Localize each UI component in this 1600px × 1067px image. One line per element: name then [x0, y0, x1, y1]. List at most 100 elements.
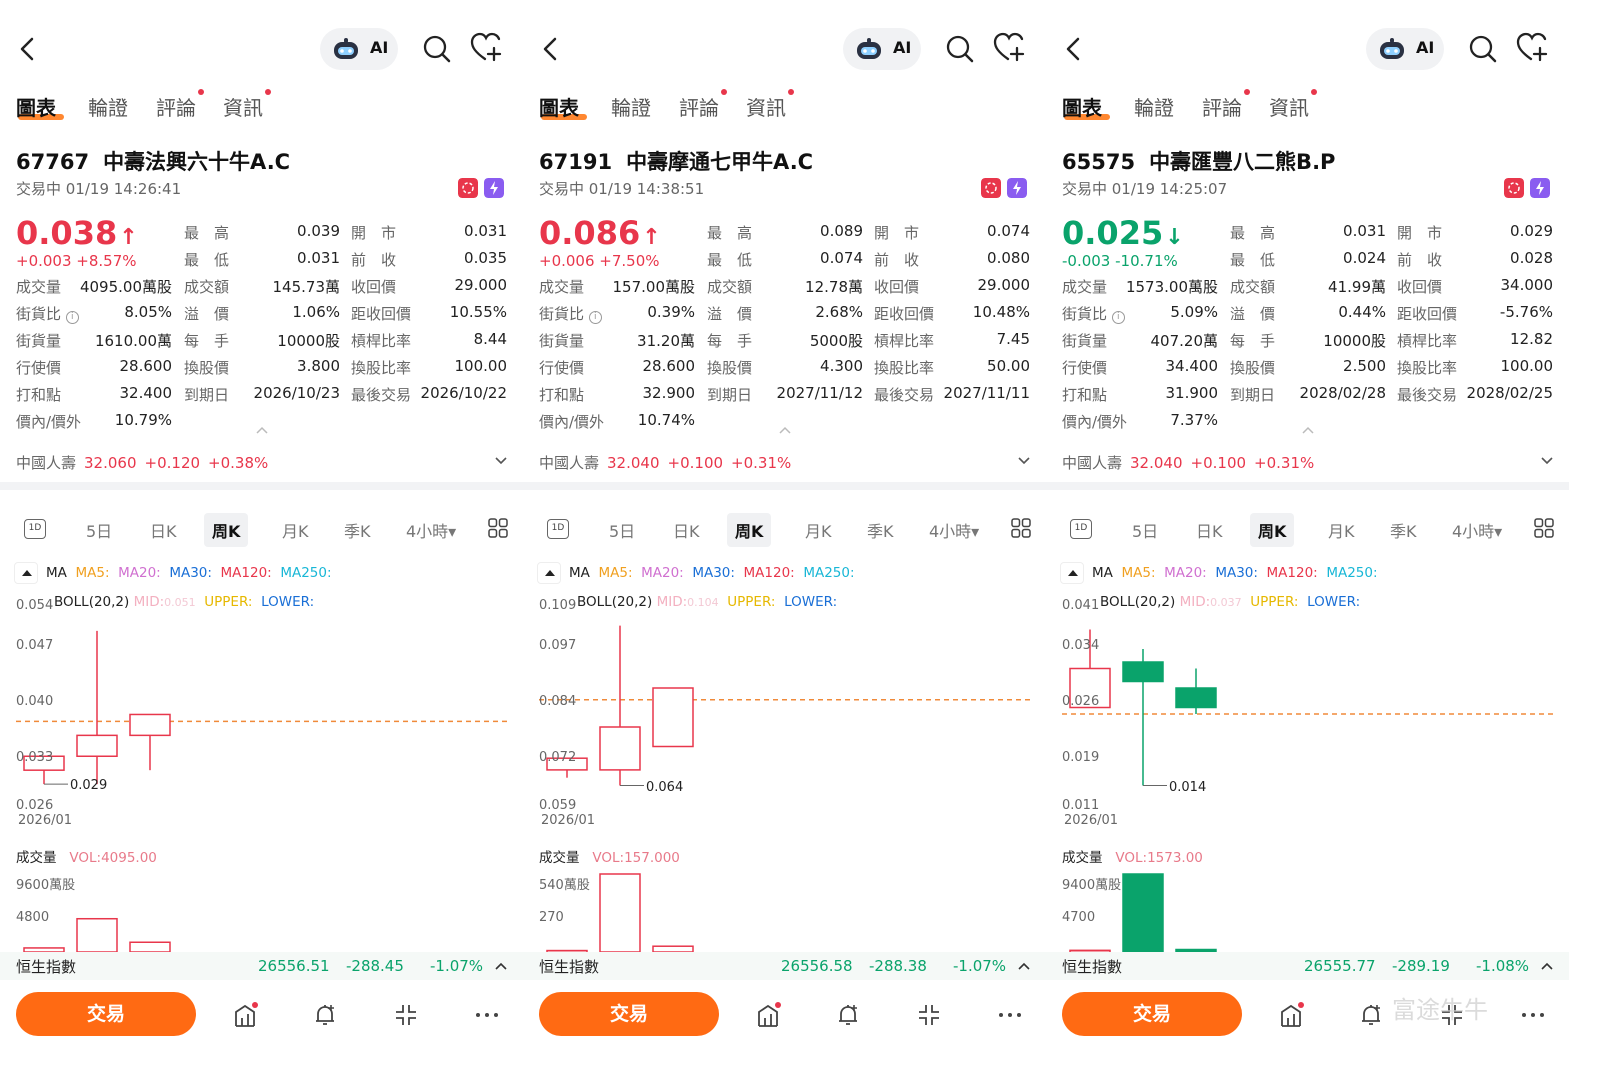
back-icon[interactable] [539, 36, 565, 62]
index-ticker[interactable]: 恒生指數 26555.77 -289.19 -1.08% [1046, 952, 1569, 980]
candle-body [1175, 687, 1217, 709]
add-watchlist-icon[interactable] [1516, 32, 1550, 64]
back-icon[interactable] [16, 36, 42, 62]
tab-news[interactable]: 資訊 [1269, 89, 1317, 121]
period-tab[interactable]: 月K [805, 518, 832, 542]
period-tab[interactable]: 4小時▾ [406, 518, 456, 542]
back-icon[interactable] [1062, 36, 1088, 62]
underlying-quote[interactable]: 中國人壽 32.040 +0.100 +0.31% [1062, 452, 1322, 473]
period-tab[interactable]: 5日 [609, 518, 635, 542]
info-icon[interactable]: i [65, 311, 79, 324]
tab-comments[interactable]: 評論 [1202, 89, 1250, 121]
quote-label-open: 開 市 [351, 224, 397, 242]
more-icon[interactable] [474, 1002, 500, 1028]
period-1d[interactable]: 1D [24, 519, 46, 539]
fullscreen-icon[interactable] [916, 1002, 942, 1028]
tab-warrants[interactable]: 輪證 [88, 92, 128, 121]
tab-news[interactable]: 資訊 [746, 89, 794, 121]
candlestick-chart[interactable] [0, 590, 523, 850]
price-alert-icon[interactable] [1358, 1002, 1384, 1028]
stock-home-icon[interactable] [1278, 1002, 1304, 1028]
quote-label-premium: 溢 價 [184, 305, 230, 323]
period-tab[interactable]: 日K [150, 518, 177, 542]
period-tab[interactable]: 日K [673, 518, 700, 542]
tab-news[interactable]: 資訊 [223, 89, 271, 121]
trade-button[interactable]: 交易 [539, 992, 719, 1036]
collapse-ma-button[interactable] [537, 562, 561, 584]
tab-chart[interactable]: 圖表 [1062, 92, 1102, 121]
tab-chart[interactable]: 圖表 [539, 92, 579, 121]
collapse-caret-icon[interactable] [256, 426, 268, 434]
search-icon[interactable] [1468, 34, 1498, 64]
price-alert-icon[interactable] [835, 1002, 861, 1028]
price-alert-icon[interactable] [312, 1002, 338, 1028]
quote-label-low: 最 低 [707, 251, 753, 269]
stock-panel-3: AI 圖表 輪證 評論 資訊 65575 中壽匯豐八二熊B.P 交易中 01/19… [1046, 0, 1569, 1067]
ai-assistant-button[interactable]: AI [1366, 28, 1444, 70]
ai-assistant-button[interactable]: AI [320, 28, 398, 70]
period-tab[interactable]: 周K [1250, 513, 1295, 547]
tab-warrants[interactable]: 輪證 [1134, 92, 1174, 121]
add-watchlist-icon[interactable] [470, 32, 504, 64]
stock-home-icon[interactable] [232, 1002, 258, 1028]
info-icon[interactable]: i [588, 311, 602, 324]
more-icon[interactable] [1520, 1002, 1546, 1028]
period-tab[interactable]: 季K [867, 518, 894, 542]
period-tab[interactable]: 月K [282, 518, 309, 542]
underlying-quote[interactable]: 中國人壽 32.060 +0.120 +0.38% [16, 452, 276, 473]
chevron-up-icon[interactable] [494, 961, 508, 971]
chevron-up-icon[interactable] [1017, 961, 1031, 971]
collapse-ma-button[interactable] [1060, 562, 1084, 584]
underlying-quote[interactable]: 中國人壽 32.040 +0.100 +0.31% [539, 452, 799, 473]
stock-home-icon[interactable] [755, 1002, 781, 1028]
underlying-percent: +0.38% [208, 454, 269, 472]
collapse-caret-icon[interactable] [779, 426, 791, 434]
index-ticker[interactable]: 恒生指數 26556.58 -288.38 -1.07% [523, 952, 1046, 980]
period-1d[interactable]: 1D [1070, 519, 1092, 539]
grid-menu-icon[interactable] [488, 518, 508, 538]
chevron-down-icon[interactable] [1540, 456, 1554, 466]
candlestick-chart[interactable] [523, 590, 1046, 850]
period-tab[interactable]: 4小時▾ [1452, 518, 1502, 542]
quote-label-conv: 換股價 [184, 359, 230, 377]
index-ticker[interactable]: 恒生指數 26556.51 -288.45 -1.07% [0, 952, 523, 980]
period-tab[interactable]: 4小時▾ [929, 518, 979, 542]
ma-legend: MA MA5: MA20: MA30: MA120: MA250: [14, 562, 332, 584]
quote-value-strike: 28.600 [642, 357, 696, 375]
trade-button[interactable]: 交易 [1062, 992, 1242, 1036]
candlestick-chart[interactable] [1046, 590, 1569, 850]
tab-warrants[interactable]: 輪證 [611, 92, 651, 121]
search-icon[interactable] [945, 34, 975, 64]
tab-chart[interactable]: 圖表 [16, 92, 56, 121]
fullscreen-icon[interactable] [393, 1002, 419, 1028]
period-tab[interactable]: 季K [344, 518, 371, 542]
trade-button[interactable]: 交易 [16, 992, 196, 1036]
add-watchlist-icon[interactable] [993, 32, 1027, 64]
quote-label-prev: 前 收 [1397, 251, 1443, 269]
period-tab[interactable]: 周K [204, 513, 249, 547]
quote-label-breakeven: 打和點 [1062, 386, 1108, 404]
price-value: 0.025 [1062, 214, 1164, 252]
ai-assistant-button[interactable]: AI [843, 28, 921, 70]
more-icon[interactable] [997, 1002, 1023, 1028]
tab-comments[interactable]: 評論 [679, 89, 727, 121]
chevron-down-icon[interactable] [494, 456, 508, 466]
period-tab[interactable]: 日K [1196, 518, 1223, 542]
period-tab[interactable]: 5日 [1132, 518, 1158, 542]
tab-comments[interactable]: 評論 [156, 89, 204, 121]
grid-menu-icon[interactable] [1534, 518, 1554, 538]
quote-label-conv_ratio: 換股比率 [1397, 359, 1458, 377]
period-tab[interactable]: 季K [1390, 518, 1417, 542]
collapse-caret-icon[interactable] [1302, 426, 1314, 434]
chevron-down-icon[interactable] [1017, 456, 1031, 466]
quote-label-text: 街貨比 [1062, 305, 1108, 323]
search-icon[interactable] [422, 34, 452, 64]
grid-menu-icon[interactable] [1011, 518, 1031, 538]
period-tab[interactable]: 周K [727, 513, 772, 547]
collapse-ma-button[interactable] [14, 562, 38, 584]
period-tab[interactable]: 5日 [86, 518, 112, 542]
period-tab[interactable]: 月K [1328, 518, 1355, 542]
period-1d[interactable]: 1D [547, 519, 569, 539]
info-icon[interactable]: i [1111, 311, 1125, 324]
chevron-up-icon[interactable] [1540, 961, 1554, 971]
